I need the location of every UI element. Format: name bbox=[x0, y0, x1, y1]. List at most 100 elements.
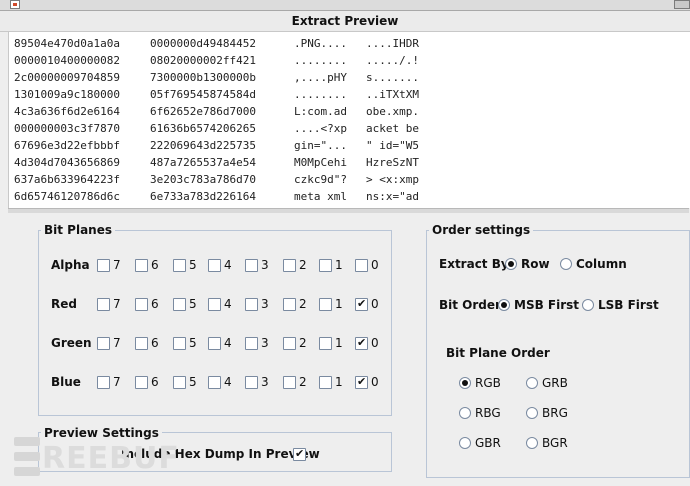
bit-checkbox-green-2[interactable] bbox=[283, 337, 296, 350]
plane-order-option-label: BRG bbox=[542, 406, 568, 420]
plane-order-radio-rbg[interactable] bbox=[459, 407, 471, 419]
plane-order-radio-bgr[interactable] bbox=[526, 437, 538, 449]
window-control-button[interactable] bbox=[674, 0, 690, 9]
bit-order-radio-msb-first[interactable] bbox=[498, 299, 510, 311]
bit-label: 7 bbox=[113, 375, 121, 389]
hex-cell: 4d304d7043656869 bbox=[14, 156, 120, 169]
bit-checkbox-green-4[interactable] bbox=[208, 337, 221, 350]
bit-checkbox-blue-7[interactable] bbox=[97, 376, 110, 389]
bit-checkbox-green-1[interactable] bbox=[319, 337, 332, 350]
bit-checkbox-alpha-7[interactable] bbox=[97, 259, 110, 272]
bit-label: 2 bbox=[299, 336, 307, 350]
bit-checkbox-alpha-3[interactable] bbox=[245, 259, 258, 272]
bit-label: 1 bbox=[335, 336, 343, 350]
plane-order-radio-brg[interactable] bbox=[526, 407, 538, 419]
hex-cell: ....IHDR bbox=[366, 37, 419, 50]
hex-cell: ........ bbox=[294, 88, 347, 101]
hex-cell: 6f62652e786d7000 bbox=[150, 105, 256, 118]
bit-label: 4 bbox=[224, 375, 232, 389]
hex-cell: ,....pHY bbox=[294, 71, 347, 84]
hex-cell: ........ bbox=[294, 54, 347, 67]
hex-cell: s....... bbox=[366, 71, 419, 84]
bit-checkbox-alpha-4[interactable] bbox=[208, 259, 221, 272]
bit-planes-title: Bit Planes bbox=[41, 223, 116, 237]
extract-by-radio-row[interactable] bbox=[505, 258, 517, 270]
hex-cell: HzreSzNT bbox=[366, 156, 419, 169]
include-hex-dump-checkbox[interactable] bbox=[293, 447, 306, 461]
bit-checkbox-blue-1[interactable] bbox=[319, 376, 332, 389]
bit-label: 7 bbox=[113, 258, 121, 272]
bit-checkbox-red-5[interactable] bbox=[173, 298, 186, 311]
bit-checkbox-blue-4[interactable] bbox=[208, 376, 221, 389]
order-settings-title: Order settings bbox=[429, 223, 534, 237]
hex-cell: L:com.ad bbox=[294, 105, 347, 118]
bit-plane-row-label-red: Red bbox=[51, 297, 77, 311]
bit-checkbox-blue-2[interactable] bbox=[283, 376, 296, 389]
bit-label: 0 bbox=[371, 336, 379, 350]
hex-cell: 89504e470d0a1a0a bbox=[14, 37, 120, 50]
bit-plane-row-label-blue: Blue bbox=[51, 375, 81, 389]
bit-label: 0 bbox=[371, 258, 379, 272]
bit-checkbox-red-6[interactable] bbox=[135, 298, 148, 311]
freebuf-watermark: REEBUF bbox=[14, 437, 194, 481]
hex-preview-area[interactable]: 89504e470d0a1a0a 0000000d49484452 .PNG....… bbox=[8, 32, 690, 208]
window-titlebar bbox=[0, 0, 690, 11]
bit-checkbox-alpha-1[interactable] bbox=[319, 259, 332, 272]
bit-checkbox-blue-6[interactable] bbox=[135, 376, 148, 389]
preview-title: Extract Preview bbox=[0, 11, 690, 32]
bit-checkbox-green-5[interactable] bbox=[173, 337, 186, 350]
hex-cell: 61636b6574206265 bbox=[150, 122, 256, 135]
extract-by-radio-column[interactable] bbox=[560, 258, 572, 270]
hex-cell: 08020000002ff421 bbox=[150, 54, 256, 67]
hex-cell: ....<?xp bbox=[294, 122, 347, 135]
bit-label: 2 bbox=[299, 258, 307, 272]
bit-label: 5 bbox=[189, 336, 197, 350]
hex-cell: 6e733a783d226164 bbox=[150, 190, 256, 203]
hex-cell: gin="... bbox=[294, 139, 347, 152]
hex-cell: 487a7265537a4e54 bbox=[150, 156, 256, 169]
java-app-icon bbox=[10, 0, 20, 9]
bit-checkbox-alpha-2[interactable] bbox=[283, 259, 296, 272]
bit-checkbox-alpha-6[interactable] bbox=[135, 259, 148, 272]
bit-label: 0 bbox=[371, 375, 379, 389]
hex-cell: .PNG.... bbox=[294, 37, 347, 50]
bit-checkbox-green-7[interactable] bbox=[97, 337, 110, 350]
bit-label: 6 bbox=[151, 336, 159, 350]
plane-order-radio-rgb[interactable] bbox=[459, 377, 471, 389]
plane-order-option-label: GBR bbox=[475, 436, 501, 450]
bit-order-option-label: MSB First bbox=[514, 298, 580, 312]
hex-cell: " id="W5 bbox=[366, 139, 419, 152]
bit-label: 2 bbox=[299, 297, 307, 311]
hex-cell: 05f769545874584d bbox=[150, 88, 256, 101]
bit-order-option-label: LSB First bbox=[598, 298, 659, 312]
horizontal-scrollbar[interactable] bbox=[8, 208, 689, 213]
bit-checkbox-green-0[interactable] bbox=[355, 336, 368, 350]
bit-label: 3 bbox=[261, 297, 269, 311]
bit-checkbox-alpha-5[interactable] bbox=[173, 259, 186, 272]
bit-checkbox-blue-0[interactable] bbox=[355, 375, 368, 389]
bit-checkbox-red-4[interactable] bbox=[208, 298, 221, 311]
bit-checkbox-green-3[interactable] bbox=[245, 337, 258, 350]
bit-checkbox-blue-3[interactable] bbox=[245, 376, 258, 389]
bit-checkbox-red-3[interactable] bbox=[245, 298, 258, 311]
extract-by-label: Extract By bbox=[439, 257, 509, 271]
hex-cell: 1301009a9c180000 bbox=[14, 88, 120, 101]
bit-checkbox-red-7[interactable] bbox=[97, 298, 110, 311]
bit-checkbox-red-1[interactable] bbox=[319, 298, 332, 311]
bit-checkbox-alpha-0[interactable] bbox=[355, 259, 368, 272]
bit-checkbox-blue-5[interactable] bbox=[173, 376, 186, 389]
bit-checkbox-green-6[interactable] bbox=[135, 337, 148, 350]
bit-checkbox-red-0[interactable] bbox=[355, 297, 368, 311]
hex-cell: 67696e3d22efbbbf bbox=[14, 139, 120, 152]
bit-checkbox-red-2[interactable] bbox=[283, 298, 296, 311]
extract-by-option-label: Column bbox=[576, 257, 627, 271]
plane-order-radio-grb[interactable] bbox=[526, 377, 538, 389]
hex-cell: 0000010400000082 bbox=[14, 54, 120, 67]
bit-order-radio-lsb-first[interactable] bbox=[582, 299, 594, 311]
plane-order-radio-gbr[interactable] bbox=[459, 437, 471, 449]
hex-cell: ...../.! bbox=[366, 54, 419, 67]
hex-cell: 4c3a636f6d2e6164 bbox=[14, 105, 120, 118]
hex-cell: obe.xmp. bbox=[366, 105, 419, 118]
hex-cell: 7300000b1300000b bbox=[150, 71, 256, 84]
hex-cell: acket be bbox=[366, 122, 419, 135]
